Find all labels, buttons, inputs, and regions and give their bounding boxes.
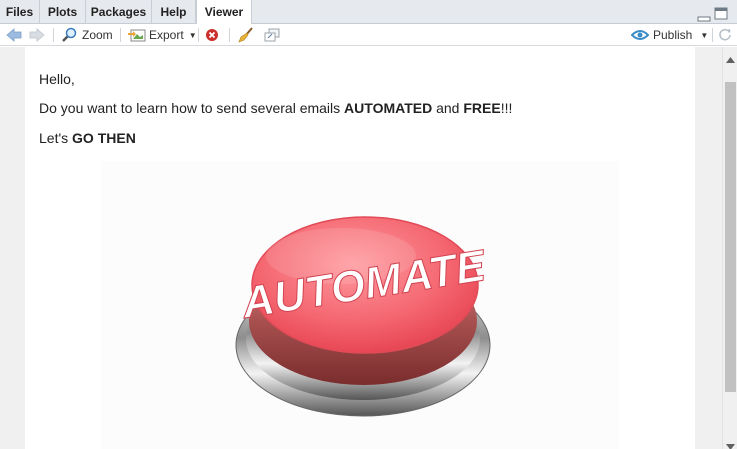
tab-viewer[interactable]: Viewer [196,0,252,25]
cta-bold: GO THEN [72,130,136,146]
intro-bold-free: FREE [463,100,501,116]
chevron-down-icon: ▼ [188,30,197,40]
toolbar-separator [53,28,54,42]
export-label: Export [149,28,184,42]
tab-packages[interactable]: Packages [86,0,152,24]
refresh-button[interactable] [718,26,732,44]
toolbar-separator [229,28,230,42]
clear-viewer-button[interactable] [205,26,219,44]
maximize-pane-icon[interactable] [714,7,728,25]
publish-dropdown[interactable]: Publish ▼ [631,26,708,44]
intro-paragraph: Do you want to learn how to send several… [39,100,512,116]
clear-all-button[interactable] [238,26,254,44]
call-to-action-paragraph: Let's GO THEN [39,130,136,146]
zoom-label: Zoom [82,28,113,42]
zoom-button[interactable]: Zoom [61,26,113,44]
intro-text: and [432,100,464,116]
pane-tab-bar: Files Plots Packages Help Viewer [0,0,737,25]
intro-text: !!! [500,100,513,116]
cta-text: Let's [39,130,73,146]
greeting-text: Hello, [39,71,75,87]
vertical-scrollbar[interactable] [722,47,737,449]
scrollbar-thumb[interactable] [725,82,736,392]
intro-bold-automated: AUTOMATED [344,100,433,116]
export-dropdown[interactable]: Export ▼ [128,26,197,44]
new-window-icon [264,28,280,42]
tab-plots[interactable]: Plots [40,0,86,24]
back-arrow-icon[interactable] [6,26,22,44]
scroll-down-arrow-icon[interactable] [726,437,735,449]
broom-icon [238,27,254,43]
toolbar-separator [712,28,713,42]
show-in-new-window-button[interactable] [264,26,280,44]
automate-button-image: AUTOMATE [101,161,619,449]
tab-help[interactable]: Help [152,0,196,24]
remove-icon [205,28,219,42]
zoom-magnifier-icon [61,27,77,43]
toolbar-separator [198,28,199,42]
publish-icon [631,28,649,42]
publish-label: Publish [653,28,693,42]
forward-arrow-icon[interactable] [29,26,45,44]
export-image-icon [128,28,146,42]
automate-button-graphic: AUTOMATE [235,216,491,417]
refresh-icon [718,28,732,42]
chevron-down-icon: ▼ [700,30,709,40]
viewer-pane: Hello, Do you want to learn how to send … [0,47,722,449]
tab-files[interactable]: Files [0,0,40,24]
intro-text: Do you want to learn how to send several… [39,100,345,116]
scroll-up-arrow-icon[interactable] [726,50,735,68]
html-document: Hello, Do you want to learn how to send … [25,47,695,449]
toolbar-separator [120,28,121,42]
viewer-toolbar: Zoom Export ▼ Publish ▼ [0,24,737,46]
